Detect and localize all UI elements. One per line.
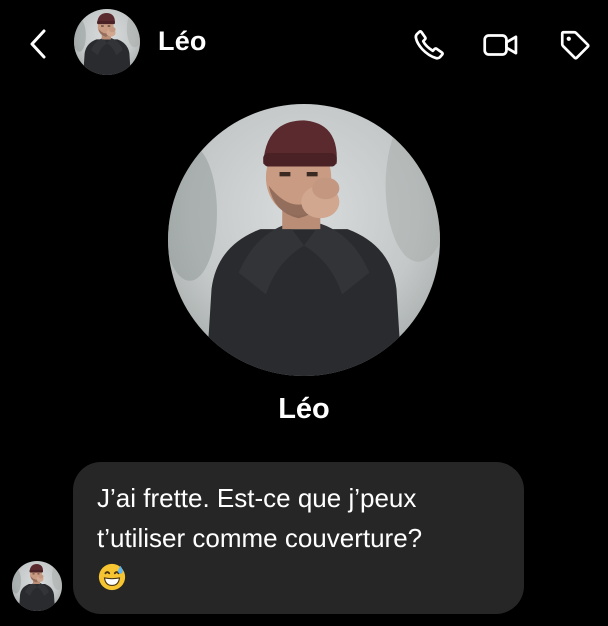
chat-header: Léo [0,0,608,86]
grinning-face-with-sweat-icon [98,563,126,591]
contact-photo [74,9,140,75]
voice-call-button[interactable] [410,26,448,64]
video-camera-icon [483,34,518,56]
tag-button[interactable] [556,26,594,64]
tag-icon [560,30,590,60]
chevron-left-icon [30,29,46,59]
message-sender-avatar[interactable] [12,561,62,611]
message-bubble[interactable]: J’ai frette. Est-ce que j’peux t’utilise… [73,462,524,614]
header-avatar[interactable] [74,9,140,75]
profile-photo [168,104,440,376]
back-button[interactable] [22,26,54,62]
video-call-button[interactable] [482,26,520,64]
profile-name[interactable]: Léo [0,393,608,426]
phone-icon [414,30,444,60]
sender-photo [12,561,62,611]
message-text: J’ai frette. Est-ce que j’peux t’utilise… [97,483,423,553]
contact-name[interactable]: Léo [158,26,207,57]
profile-avatar[interactable] [168,104,440,376]
